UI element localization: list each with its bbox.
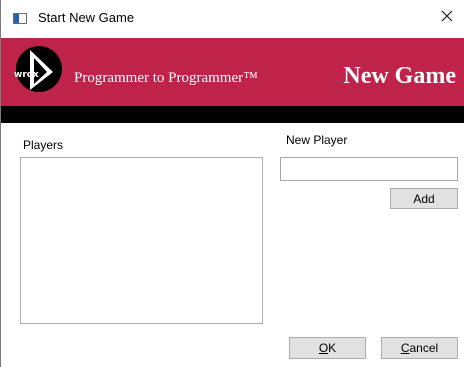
ok-label-rest: K bbox=[328, 341, 337, 355]
cancel-label-rest: ancel bbox=[409, 341, 439, 355]
players-label: Players bbox=[23, 138, 64, 152]
window-title: Start New Game bbox=[38, 10, 135, 25]
players-list[interactable] bbox=[20, 157, 263, 324]
banner-tagline: Programmer to Programmer™ bbox=[74, 70, 258, 86]
cancel-button[interactable]: Cancel bbox=[381, 337, 458, 359]
start-new-game-window: Start New Game wrox Programmer to Progra… bbox=[0, 0, 464, 367]
close-button[interactable] bbox=[430, 0, 464, 32]
cancel-mnemonic: C bbox=[400, 341, 410, 355]
ok-button[interactable]: OK bbox=[289, 337, 366, 359]
new-player-label: New Player bbox=[286, 133, 348, 147]
title-bar[interactable]: Start New Game bbox=[1, 0, 464, 38]
add-button[interactable]: Add bbox=[390, 188, 458, 209]
close-icon bbox=[441, 10, 453, 22]
wrox-logo bbox=[16, 46, 62, 92]
window-app-icon bbox=[13, 13, 27, 24]
banner-title: New Game bbox=[343, 63, 456, 89]
banner-black-bar bbox=[1, 106, 464, 123]
new-player-input[interactable] bbox=[280, 157, 458, 181]
ok-mnemonic: O bbox=[318, 341, 329, 355]
logo-text: wrox bbox=[14, 70, 39, 80]
